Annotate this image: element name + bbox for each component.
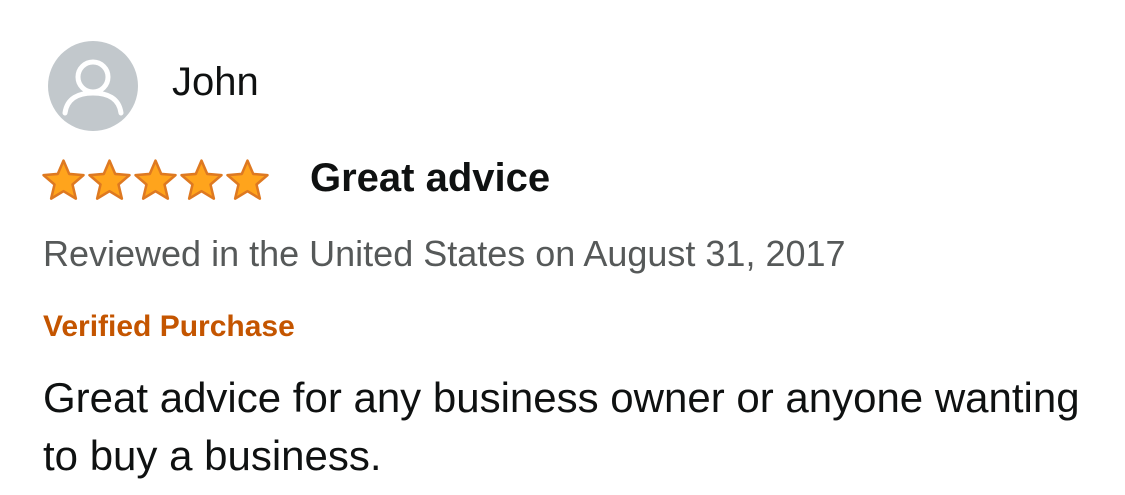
- star-icon: [134, 159, 177, 200]
- reviewer-profile[interactable]: John: [48, 41, 259, 131]
- reviewer-name[interactable]: John: [172, 62, 259, 102]
- review-date: Reviewed in the United States on August …: [43, 233, 846, 274]
- star-icon: [88, 159, 131, 200]
- default-user-icon: [62, 59, 124, 116]
- customer-review: John Great advice Reviewed in the United…: [0, 0, 1125, 495]
- star-icon: [226, 159, 269, 200]
- star-icon: [42, 159, 85, 200]
- star-rating[interactable]: [40, 157, 270, 203]
- rating-row: Great advice: [40, 150, 550, 210]
- review-title[interactable]: Great advice: [310, 158, 550, 198]
- star-icon: [180, 159, 223, 200]
- avatar[interactable]: [48, 41, 138, 131]
- review-body: Great advice for any business owner or a…: [43, 374, 1080, 479]
- verified-purchase-badge: Verified Purchase: [43, 310, 295, 343]
